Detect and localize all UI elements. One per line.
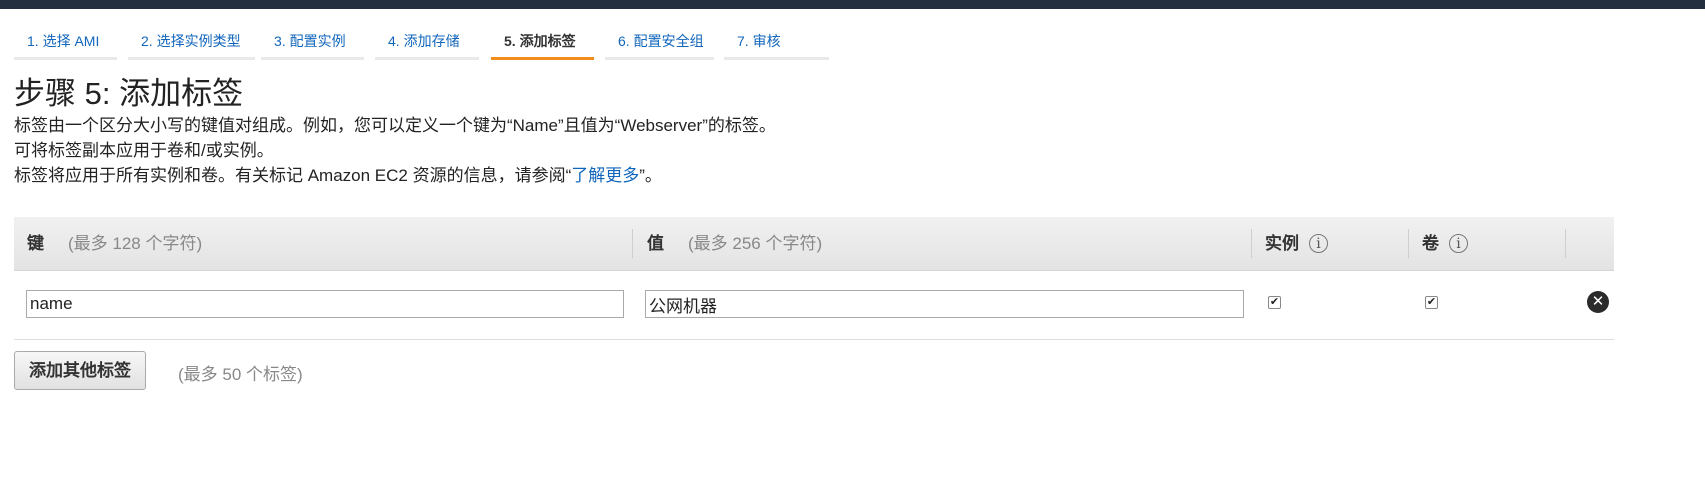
tags-table-header: 键 (最多 128 个字符) 值 (最多 256 个字符) 实例 i 卷i bbox=[14, 217, 1614, 271]
tag-row: ✔ ✔ ✕ bbox=[14, 271, 1614, 340]
tag-value-input[interactable] bbox=[645, 290, 1244, 318]
step-configure-instance[interactable]: 3. 配置实例 bbox=[261, 29, 364, 60]
step-label: 3. 配置实例 bbox=[274, 33, 346, 49]
step-choose-instance-type[interactable]: 2. 选择实例类型 bbox=[128, 29, 255, 60]
column-divider bbox=[632, 229, 633, 258]
header-key-hint: (最多 128 个字符) bbox=[68, 234, 203, 253]
description-text: 标签将应用于所有实例和卷。有关标记 Amazon EC2 资源的信息，请参阅“ bbox=[14, 166, 572, 185]
column-divider bbox=[1565, 229, 1566, 258]
header-value-label: 值 bbox=[647, 234, 664, 253]
info-icon[interactable]: i bbox=[1309, 234, 1328, 254]
step-review[interactable]: 7. 审核 bbox=[724, 29, 829, 60]
step-add-tags[interactable]: 5. 添加标签 bbox=[491, 29, 594, 60]
description-text-end: ”。 bbox=[639, 166, 662, 185]
header-value: 值 (最多 256 个字符) bbox=[647, 217, 822, 270]
column-divider bbox=[1408, 229, 1409, 258]
column-divider bbox=[1251, 229, 1252, 258]
top-nav-bar bbox=[0, 0, 1705, 9]
description-line-1: 标签由一个区分大小写的键值对组成。例如，您可以定义一个键为“Name”且值为“W… bbox=[14, 116, 776, 135]
header-value-hint: (最多 256 个字符) bbox=[688, 234, 823, 253]
header-volume-label: 卷 bbox=[1422, 234, 1439, 253]
volume-checkbox[interactable]: ✔ bbox=[1425, 296, 1438, 309]
remove-tag-icon[interactable]: ✕ bbox=[1587, 291, 1609, 313]
step-label: 4. 添加存储 bbox=[388, 33, 460, 49]
description-line-3: 标签将应用于所有实例和卷。有关标记 Amazon EC2 资源的信息，请参阅“了… bbox=[14, 165, 662, 187]
description-line-2: 可将标签副本应用于卷和/或实例。 bbox=[14, 141, 274, 160]
info-icon[interactable]: i bbox=[1449, 234, 1468, 254]
instance-checkbox[interactable]: ✔ bbox=[1268, 296, 1281, 309]
step-label: 6. 配置安全组 bbox=[618, 33, 704, 49]
header-instance-label: 实例 bbox=[1265, 234, 1299, 253]
step-label: 5. 添加标签 bbox=[504, 33, 576, 49]
learn-more-link[interactable]: 了解更多 bbox=[571, 166, 639, 185]
step-label: 7. 审核 bbox=[737, 33, 781, 49]
tag-limit-hint: (最多 50 个标签) bbox=[178, 365, 303, 384]
header-key-label: 键 bbox=[27, 234, 44, 253]
step-label: 2. 选择实例类型 bbox=[141, 33, 241, 49]
step-choose-ami[interactable]: 1. 选择 AMI bbox=[14, 29, 117, 60]
step-label: 1. 选择 AMI bbox=[27, 33, 100, 49]
header-volume: 卷i bbox=[1422, 217, 1468, 270]
step-add-storage[interactable]: 4. 添加存储 bbox=[375, 29, 479, 60]
header-key: 键 (最多 128 个字符) bbox=[27, 217, 202, 270]
page-title: 步骤 5: 添加标签 bbox=[14, 76, 244, 111]
header-instance: 实例 i bbox=[1265, 217, 1328, 270]
step-configure-security-group[interactable]: 6. 配置安全组 bbox=[605, 29, 714, 60]
add-tag-button[interactable]: 添加其他标签 bbox=[14, 351, 146, 390]
tag-key-input[interactable] bbox=[26, 290, 624, 318]
